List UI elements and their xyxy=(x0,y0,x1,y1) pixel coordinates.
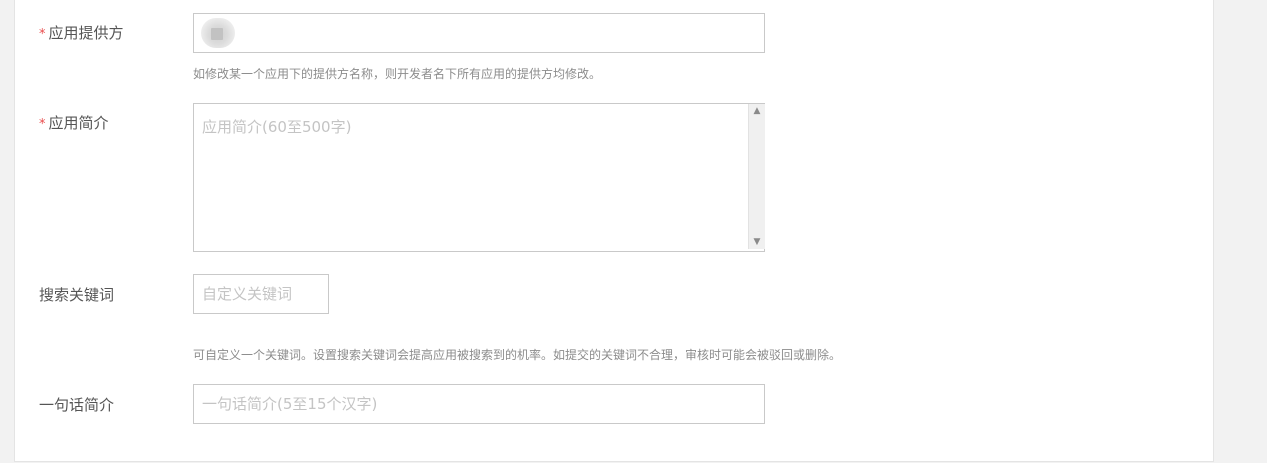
provider-input[interactable] xyxy=(193,13,765,53)
keywords-label: 搜索关键词 xyxy=(39,286,115,304)
keywords-hint: 可自定义一个关键词。设置搜索关键词会提高应用被搜索到的机率。如提交的关键词不合理… xyxy=(193,348,842,362)
intro-textarea[interactable] xyxy=(193,103,765,252)
tagline-input[interactable] xyxy=(193,384,765,424)
chevron-up-icon[interactable]: ▲ xyxy=(749,104,765,118)
app-info-form-panel: * 应用提供方 如修改某一个应用下的提供方名称，则开发者名下所有应用的提供方均修改… xyxy=(14,0,1214,462)
keywords-input[interactable] xyxy=(193,274,329,314)
required-mark: * xyxy=(39,117,46,132)
blurred-provider-name xyxy=(201,18,235,48)
required-mark: * xyxy=(39,27,46,42)
intro-label: * 应用简介 xyxy=(39,114,109,132)
intro-scrollbar[interactable]: ▲ ▼ xyxy=(748,104,765,249)
provider-label: * 应用提供方 xyxy=(39,24,124,42)
chevron-down-icon[interactable]: ▼ xyxy=(749,235,765,249)
tagline-label: 一句话简介 xyxy=(39,396,115,414)
provider-hint: 如修改某一个应用下的提供方名称，则开发者名下所有应用的提供方均修改。 xyxy=(193,67,602,81)
